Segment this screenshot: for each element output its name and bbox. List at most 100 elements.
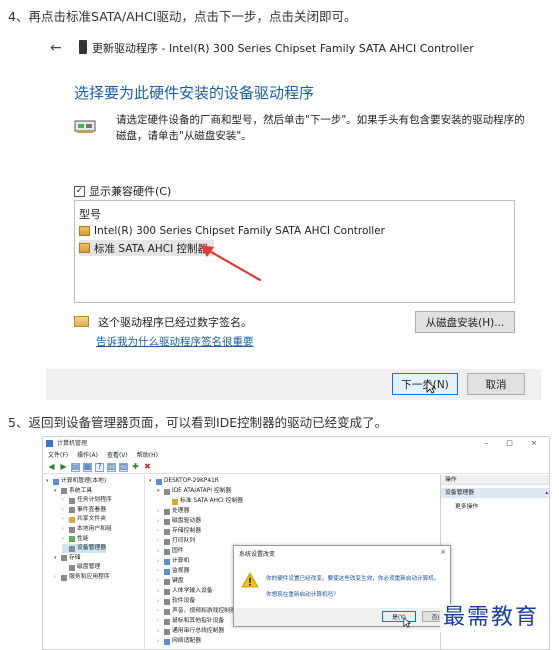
tree-item[interactable]: 磁盘管理: [62, 563, 100, 572]
tree-item-label: 软件设备: [172, 598, 196, 604]
tree-item[interactable]: › 固件: [157, 547, 184, 556]
expand-chevron-icon[interactable]: ▾: [157, 487, 162, 496]
add-driver-icon[interactable]: ✚: [131, 463, 140, 472]
window-controls[interactable]: – □ ×: [485, 437, 545, 450]
expand-chevron-icon[interactable]: ›: [157, 637, 162, 646]
menu-help[interactable]: 帮助(H): [137, 450, 158, 461]
tree-item[interactable]: › 处理器: [157, 507, 189, 516]
signing-info-link[interactable]: 告诉我为什么驱动程序签名很重要: [96, 334, 254, 349]
expand-chevron-icon[interactable]: ›: [157, 547, 162, 556]
device-category-icon: [69, 507, 75, 514]
tree-item[interactable]: › 服务和应用程序: [54, 573, 110, 582]
view-icon[interactable]: ▥: [107, 462, 116, 472]
driver-icon: [79, 226, 90, 236]
expand-chevron-icon[interactable]: ›: [62, 525, 67, 534]
model-item-standard-ahci[interactable]: 标准 SATA AHCI 控制器: [79, 240, 215, 256]
tree-item[interactable]: › 鼠标和其他指针设备: [157, 617, 224, 626]
more-actions-item[interactable]: 更多操作: [455, 502, 478, 512]
expand-chevron-icon[interactable]: ›: [157, 607, 162, 616]
tree-item[interactable]: ▾ DESKTOP-29KP41R: [149, 477, 219, 486]
device-category-icon: [61, 574, 67, 581]
tree-item-label: 计算机管理(本地): [61, 478, 107, 484]
tree-item-label: 处理器: [172, 508, 190, 514]
tree-item[interactable]: › 人体学输入设备: [157, 587, 213, 596]
device-category-icon: [164, 548, 170, 555]
expand-chevron-icon[interactable]: ›: [157, 557, 162, 566]
tree-item[interactable]: ▾ 存储: [54, 554, 81, 563]
device-icon: [79, 40, 87, 54]
scan-hardware-icon[interactable]: ▧: [119, 462, 128, 472]
device-category-icon: [69, 497, 75, 504]
collapse-caret-icon[interactable]: ▴: [545, 488, 548, 498]
tree-item[interactable]: › 软件设备: [157, 597, 195, 606]
expand-chevron-icon[interactable]: ›: [54, 573, 59, 582]
model-list[interactable]: 型号 Intel(R) 300 Series Chipset Family SA…: [74, 200, 515, 303]
device-category-icon: [53, 478, 59, 485]
tree-item[interactable]: › 存储控制器: [157, 527, 201, 536]
tree-item[interactable]: › 键盘: [157, 577, 184, 586]
expand-chevron-icon[interactable]: ▾: [149, 477, 154, 486]
device-category-icon: [164, 598, 170, 605]
expand-chevron-icon[interactable]: ›: [157, 597, 162, 606]
expand-chevron-icon[interactable]: ▾: [54, 487, 59, 496]
expand-chevron-icon[interactable]: ▾: [46, 477, 51, 486]
expand-chevron-icon[interactable]: ›: [62, 496, 67, 505]
actions-device-manager[interactable]: 设备管理器 ▴: [441, 488, 549, 498]
compatible-hardware-checkbox[interactable]: ✓: [74, 185, 85, 197]
expand-chevron-icon[interactable]: ›: [157, 527, 162, 536]
expand-chevron-icon[interactable]: ▾: [54, 554, 59, 563]
have-disk-button[interactable]: 从磁盘安装(H)...: [415, 311, 515, 333]
tree-item[interactable]: › 共享文件夹: [62, 515, 106, 524]
expand-chevron-icon[interactable]: ›: [157, 517, 162, 526]
menu-file[interactable]: 文件(F): [48, 450, 68, 461]
tree-item[interactable]: › 本地用户和组: [62, 525, 112, 534]
device-category-icon: [69, 545, 75, 552]
tree-item[interactable]: 标准 SATA AHCI 控制器: [165, 497, 243, 506]
expand-chevron-icon[interactable]: ›: [62, 506, 67, 515]
expand-chevron-icon[interactable]: ›: [157, 507, 162, 516]
tree-item[interactable]: › 计算机: [157, 557, 189, 566]
tree-item[interactable]: › 任务计划程序: [62, 496, 112, 505]
compatible-hardware-row[interactable]: ✓ 显示兼容硬件(C): [74, 183, 171, 199]
uninstall-icon[interactable]: ✖: [143, 463, 152, 472]
tree-item[interactable]: › 性能: [62, 535, 89, 544]
back-arrow-icon[interactable]: ←: [50, 40, 62, 56]
menu-view[interactable]: 查看(V): [107, 450, 128, 461]
expand-chevron-icon[interactable]: ›: [157, 577, 162, 586]
tree-item[interactable]: › 网络适配器: [157, 637, 201, 646]
expand-chevron-icon[interactable]: ›: [62, 515, 67, 524]
properties-icon[interactable]: ▦: [83, 462, 92, 472]
tree-item-label: 网络适配器: [172, 638, 201, 644]
tree-item[interactable]: › 打印队列: [157, 537, 195, 546]
tree-item[interactable]: ▾ IDE ATA/ATAPI 控制器: [157, 487, 231, 496]
console-tree-icon[interactable]: ▤: [71, 462, 80, 472]
forward-icon[interactable]: ▶: [59, 463, 68, 472]
tree-item[interactable]: 设备管理器: [62, 544, 106, 554]
expand-chevron-icon[interactable]: ›: [157, 617, 162, 626]
mouse-cursor-icon: [426, 380, 436, 394]
tree-item[interactable]: ▾ 系统工具: [54, 487, 92, 496]
model-list-header: 型号: [79, 208, 101, 221]
modal-question: 你想现在重新启动计算机吗？: [266, 592, 339, 598]
tree-item[interactable]: › 事件查看器: [62, 506, 106, 515]
expand-chevron-icon[interactable]: ›: [157, 537, 162, 546]
expand-chevron-icon[interactable]: ›: [157, 587, 162, 596]
expand-chevron-icon[interactable]: ›: [157, 627, 162, 636]
tree-item[interactable]: › 磁盘驱动器: [157, 517, 201, 526]
next-button[interactable]: 下一步(N): [392, 373, 458, 395]
tree-item-label: 人体学输入设备: [172, 588, 213, 594]
expand-chevron-icon[interactable]: ›: [157, 567, 162, 576]
close-icon[interactable]: ×: [440, 548, 446, 556]
tree-item-label: 性能: [77, 535, 89, 542]
help-icon[interactable]: ?: [95, 462, 104, 472]
menu-action[interactable]: 操作(A): [77, 450, 98, 461]
tree-item[interactable]: ▾ 计算机管理(本地): [46, 477, 106, 486]
tree-item-label: 磁盘驱动器: [172, 518, 201, 524]
model-item-intel[interactable]: Intel(R) 300 Series Chipset Family SATA …: [79, 223, 391, 239]
back-icon[interactable]: ◀: [47, 463, 56, 472]
tree-item[interactable]: › 通用串行总线控制器: [157, 627, 224, 636]
tree-item[interactable]: › 监视器: [157, 567, 189, 576]
cancel-button[interactable]: 取消: [467, 373, 525, 395]
expand-chevron-icon[interactable]: ›: [62, 535, 67, 544]
tree-item[interactable]: › 声音、视频和游戏控制器: [157, 607, 236, 616]
